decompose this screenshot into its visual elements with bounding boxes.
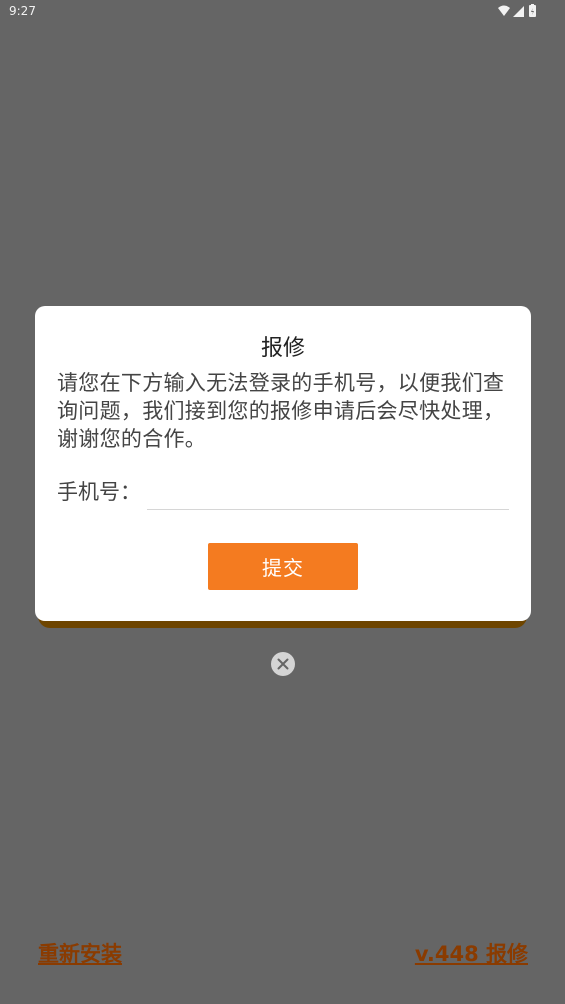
- dialog-title: 报修: [260, 336, 305, 361]
- close-icon: [277, 658, 289, 670]
- repair-dialog: 报修 请您在下方输入无法登录的手机号，以便我们查询问题，我们接到您的报修申请后会…: [35, 306, 531, 621]
- phone-label: 手机号：: [57, 480, 141, 504]
- status-bar: 9:27: [0, 0, 565, 24]
- wifi-icon: [498, 5, 510, 16]
- dialog-message: 请您在下方输入无法登录的手机号，以便我们查询问题，我们接到您的报修申请后会尽快处…: [57, 371, 505, 451]
- version-repair-link[interactable]: v.448 报修: [415, 938, 528, 968]
- reinstall-link[interactable]: 重新安装: [38, 938, 122, 968]
- close-button[interactable]: [271, 652, 295, 676]
- battery-icon: [529, 4, 536, 17]
- phone-input[interactable]: [147, 474, 509, 510]
- status-time: 9:27: [9, 4, 36, 18]
- app-screen: 9:27 报修 请您在下方输入无法登录的手机号，以便我们查询问题，我们接到您的报…: [0, 0, 565, 1004]
- status-icons: [498, 4, 536, 17]
- submit-button[interactable]: 提交: [208, 543, 358, 590]
- signal-icon: [513, 6, 524, 17]
